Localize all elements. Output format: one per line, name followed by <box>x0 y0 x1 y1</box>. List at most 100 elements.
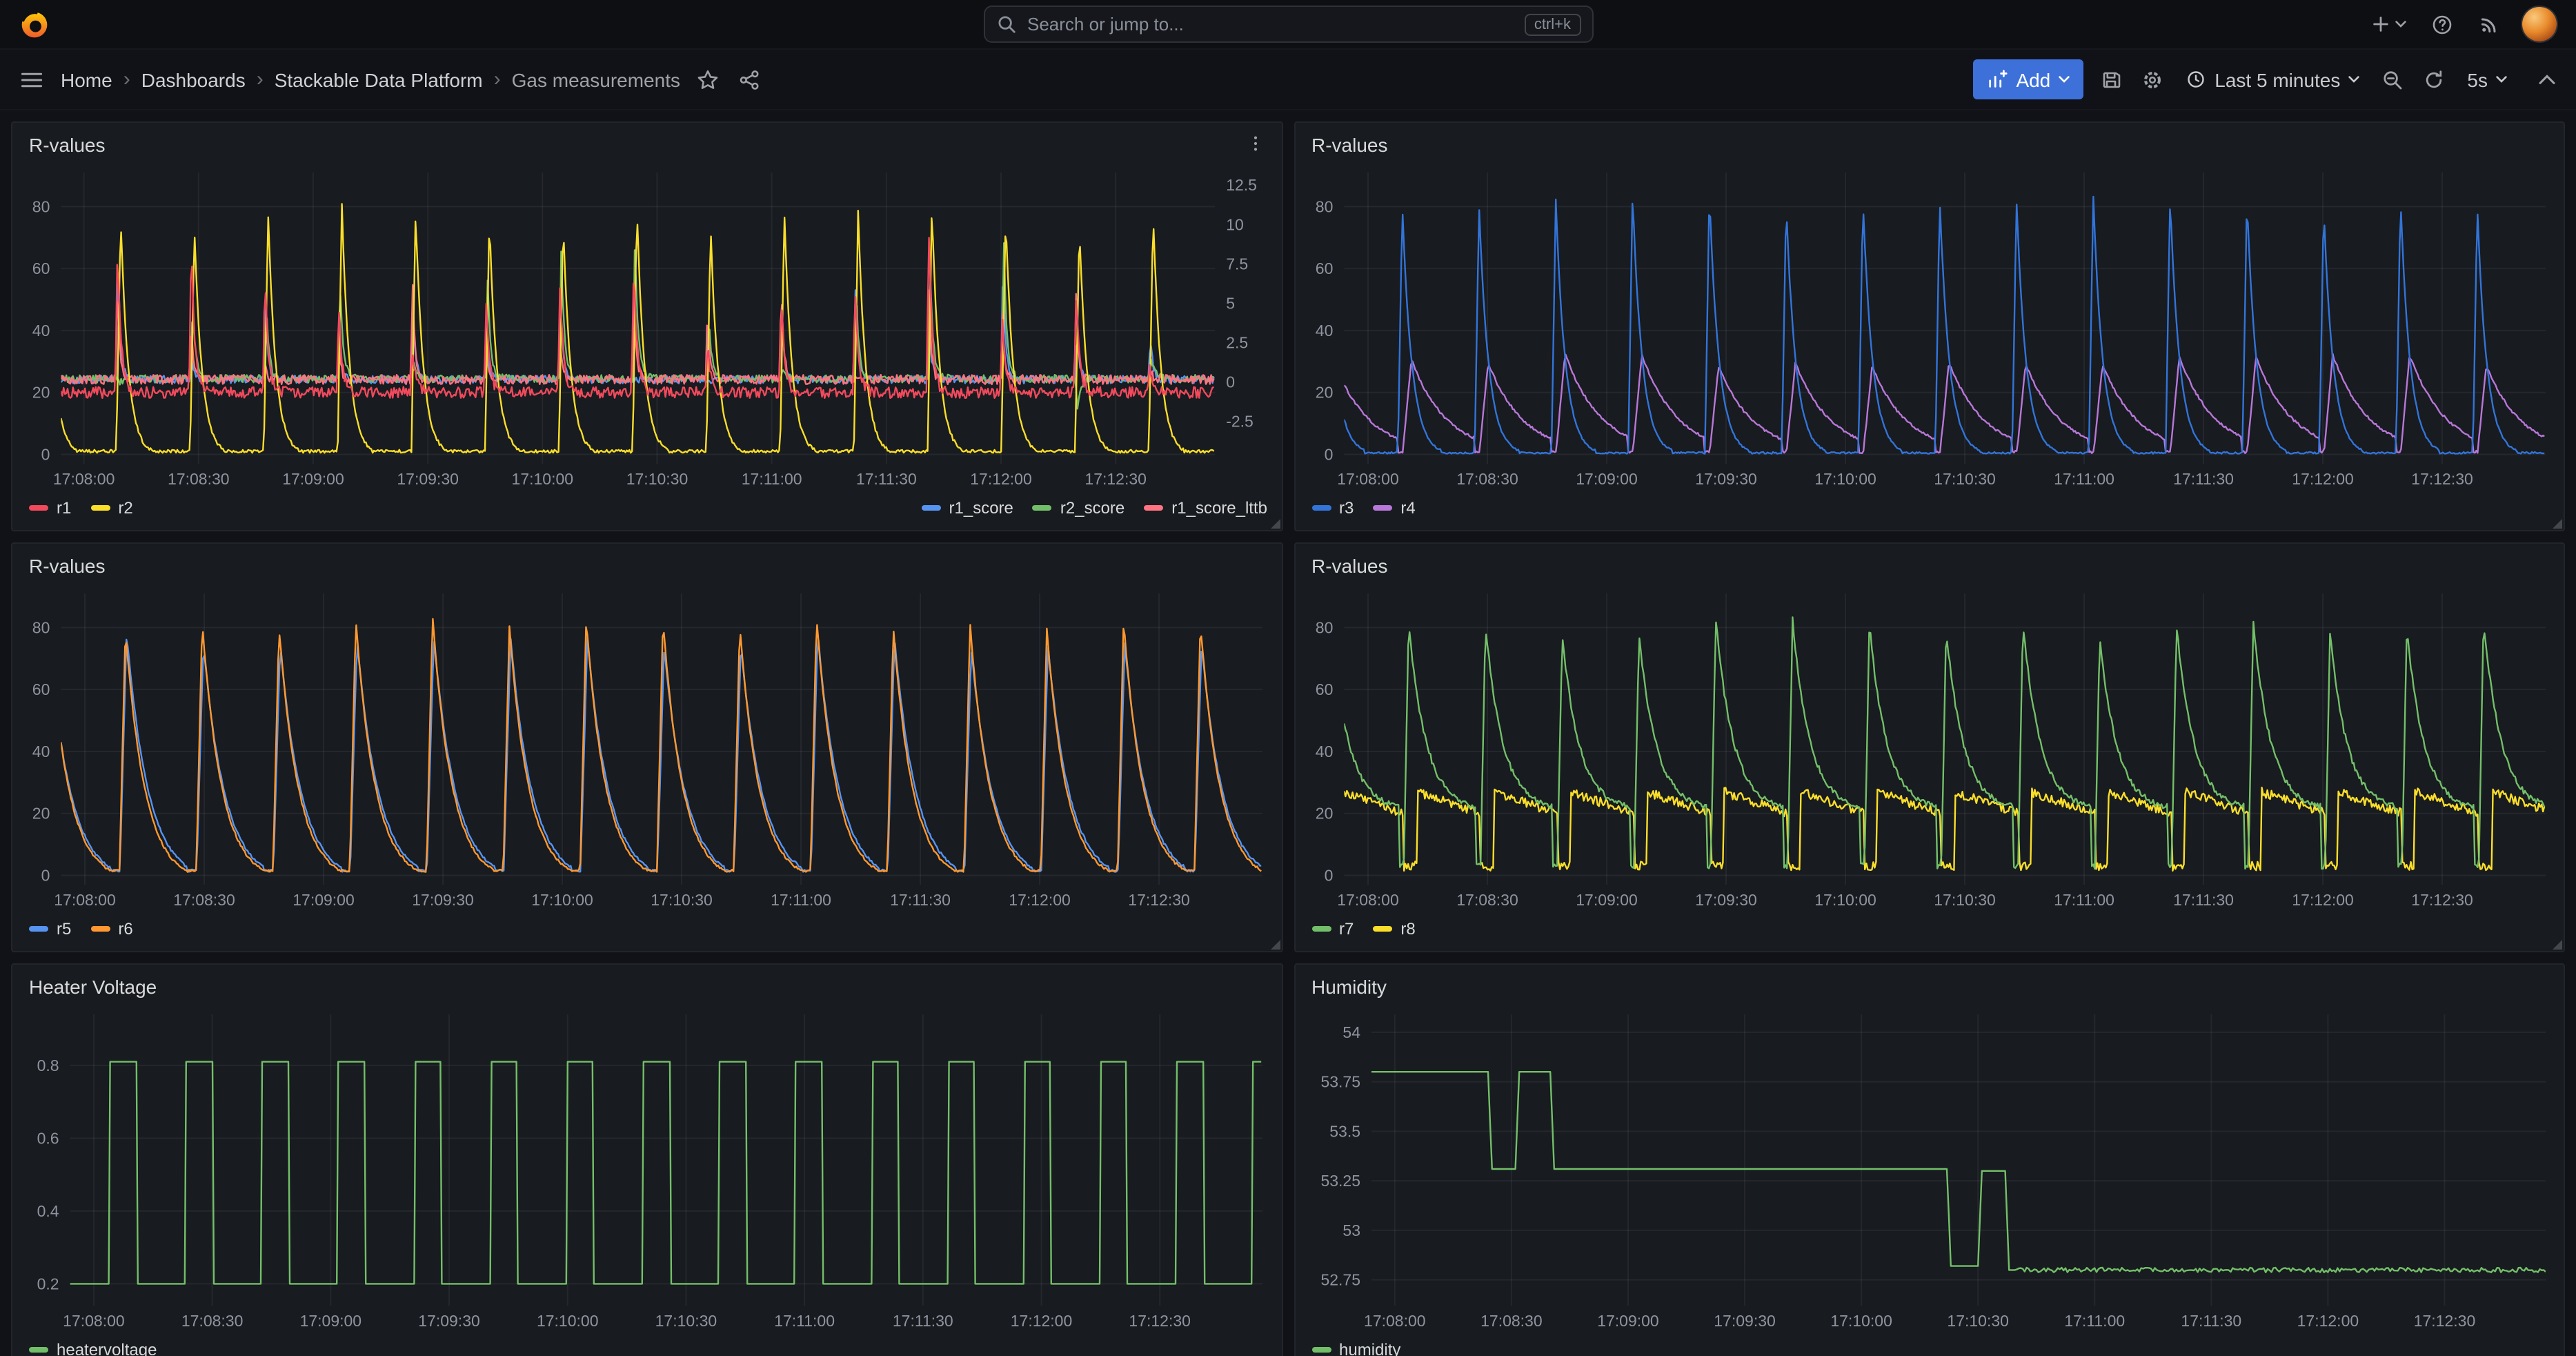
dashboard-settings-button[interactable] <box>2139 66 2166 93</box>
svg-text:0.2: 0.2 <box>37 1275 59 1293</box>
panel-header[interactable]: R-values <box>26 131 1267 164</box>
panel-header[interactable]: Humidity <box>1309 973 2550 1006</box>
series-color-swatch <box>29 1347 48 1353</box>
share-dashboard-button[interactable] <box>735 66 763 93</box>
svg-text:17:10:00: 17:10:00 <box>1814 891 1876 909</box>
series-color-swatch <box>1311 926 1331 932</box>
svg-text:0: 0 <box>1226 373 1235 391</box>
panel-resize-handle[interactable] <box>1270 940 1280 950</box>
legend-item[interactable]: r4 <box>1373 498 1415 518</box>
add-panel-button[interactable]: Add <box>1973 59 2083 99</box>
new-menu-button[interactable] <box>2368 11 2409 37</box>
svg-text:0: 0 <box>41 446 50 464</box>
kiosk-toggle-button[interactable] <box>2535 70 2559 88</box>
svg-text:17:10:30: 17:10:30 <box>626 470 688 488</box>
chevron-down-icon <box>2395 21 2406 28</box>
svg-text:17:11:30: 17:11:30 <box>856 470 917 488</box>
series-name: r2_score <box>1060 498 1124 518</box>
panel-resize-handle[interactable] <box>2553 940 2562 950</box>
svg-text:0.8: 0.8 <box>37 1057 59 1074</box>
panel-header[interactable]: R-values <box>1309 552 2550 585</box>
refresh-button[interactable] <box>2420 66 2448 93</box>
svg-text:17:09:30: 17:09:30 <box>397 470 459 488</box>
svg-text:17:11:30: 17:11:30 <box>2172 470 2233 488</box>
legend-item[interactable]: r2 <box>90 498 132 518</box>
svg-text:80: 80 <box>32 618 50 636</box>
panel-legend: r7 r8 <box>1309 915 2550 943</box>
time-range-picker[interactable]: Last 5 minutes <box>2180 63 2365 96</box>
svg-text:-2.5: -2.5 <box>1226 412 1254 430</box>
series-name: r1_score_lttb <box>1171 498 1267 518</box>
series-name: r8 <box>1400 919 1415 939</box>
mega-menu-toggle[interactable] <box>17 64 47 95</box>
legend-item[interactable]: r2_score <box>1033 498 1124 518</box>
svg-text:0: 0 <box>1324 867 1333 885</box>
panel-chart[interactable]: 17:08:0017:08:3017:09:0017:09:3017:10:00… <box>26 1006 1267 1336</box>
panel-header[interactable]: R-values <box>26 552 1267 585</box>
legend-item[interactable]: r8 <box>1373 919 1415 939</box>
panel-chart[interactable]: 17:08:0017:08:3017:09:0017:09:3017:10:00… <box>1309 164 2550 494</box>
kebab-menu-icon <box>1245 134 1265 153</box>
panel-legend: r3 r4 <box>1309 494 2550 522</box>
svg-text:17:08:00: 17:08:00 <box>1336 470 1398 488</box>
breadcrumb-folder[interactable]: Stackable Data Platform <box>275 68 483 90</box>
svg-text:60: 60 <box>32 259 50 277</box>
dashboard-panel: R-values 17:08:0017:08:3017:09:0017:09:3… <box>1294 121 2565 531</box>
panel-menu-button[interactable] <box>1240 131 1270 160</box>
svg-text:17:08:00: 17:08:00 <box>53 470 115 488</box>
favorite-star-button[interactable] <box>694 66 722 93</box>
legend-item[interactable]: r6 <box>90 919 132 939</box>
svg-text:17:10:30: 17:10:30 <box>1946 1312 2008 1330</box>
panel-legend: r1 r2 r1_score r2_score r1_score_lttb <box>26 494 1267 522</box>
legend-item[interactable]: r1_score <box>922 498 1013 518</box>
svg-text:60: 60 <box>1315 259 1333 277</box>
chart-svg: 17:08:0017:08:3017:09:0017:09:3017:10:00… <box>1309 1006 2550 1336</box>
user-avatar[interactable] <box>2522 7 2557 41</box>
legend-left-group: r5 r6 <box>29 919 133 939</box>
help-button[interactable] <box>2428 10 2456 38</box>
legend-item[interactable]: humidity <box>1311 1340 1400 1356</box>
svg-text:17:12:00: 17:12:00 <box>2291 470 2353 488</box>
svg-text:17:09:30: 17:09:30 <box>1694 891 1756 909</box>
legend-item[interactable]: r1_score_lttb <box>1144 498 1267 518</box>
panel-legend: humidity <box>1309 1336 2550 1356</box>
svg-text:17:10:30: 17:10:30 <box>651 891 713 909</box>
panel-chart[interactable]: 17:08:0017:08:3017:09:0017:09:3017:10:00… <box>1309 585 2550 915</box>
grafana-logo-icon[interactable] <box>19 9 50 39</box>
svg-text:17:08:30: 17:08:30 <box>181 1312 244 1330</box>
panel-header[interactable]: R-values <box>1309 131 2550 164</box>
zoom-out-button[interactable] <box>2379 66 2406 93</box>
panel-header[interactable]: Heater Voltage <box>26 973 1267 1006</box>
panel-resize-handle[interactable] <box>1270 519 1280 529</box>
legend-item[interactable]: r3 <box>1311 498 1354 518</box>
svg-text:53: 53 <box>1342 1221 1360 1239</box>
panel-legend: heatervoltage <box>26 1336 1267 1356</box>
panel-chart[interactable]: 17:08:0017:08:3017:09:0017:09:3017:10:00… <box>26 164 1267 494</box>
legend-item[interactable]: r5 <box>29 919 71 939</box>
series-name: humidity <box>1339 1340 1400 1356</box>
chart-svg: 17:08:0017:08:3017:09:0017:09:3017:10:00… <box>1309 585 2550 915</box>
legend-item[interactable]: r7 <box>1311 919 1354 939</box>
svg-text:20: 20 <box>1315 384 1333 402</box>
news-rss-button[interactable] <box>2475 10 2503 38</box>
svg-text:80: 80 <box>1315 197 1333 215</box>
refresh-interval-picker[interactable]: 5s <box>2461 63 2513 96</box>
dashboard-toolbar: Home › Dashboards › Stackable Data Platf… <box>0 50 2576 110</box>
series-color-swatch <box>1311 505 1331 511</box>
series-color-swatch <box>90 926 110 932</box>
panel-chart[interactable]: 17:08:0017:08:3017:09:0017:09:3017:10:00… <box>26 585 1267 915</box>
save-dashboard-button[interactable] <box>2097 66 2125 93</box>
breadcrumb-home[interactable]: Home <box>61 68 112 90</box>
breadcrumb-dashboards[interactable]: Dashboards <box>141 68 246 90</box>
chevron-up-icon <box>2537 73 2557 86</box>
breadcrumb-separator: › <box>494 68 501 91</box>
panel-chart[interactable]: 17:08:0017:08:3017:09:0017:09:3017:10:00… <box>1309 1006 2550 1336</box>
series-color-swatch <box>1373 926 1392 932</box>
series-name: r5 <box>57 919 71 939</box>
svg-text:17:10:30: 17:10:30 <box>1933 891 1995 909</box>
legend-item[interactable]: r1 <box>29 498 71 518</box>
svg-text:17:08:30: 17:08:30 <box>168 470 230 488</box>
search-bar[interactable]: Search or jump to... ctrl+k <box>983 6 1593 43</box>
panel-resize-handle[interactable] <box>2553 519 2562 529</box>
legend-item[interactable]: heatervoltage <box>29 1340 157 1356</box>
